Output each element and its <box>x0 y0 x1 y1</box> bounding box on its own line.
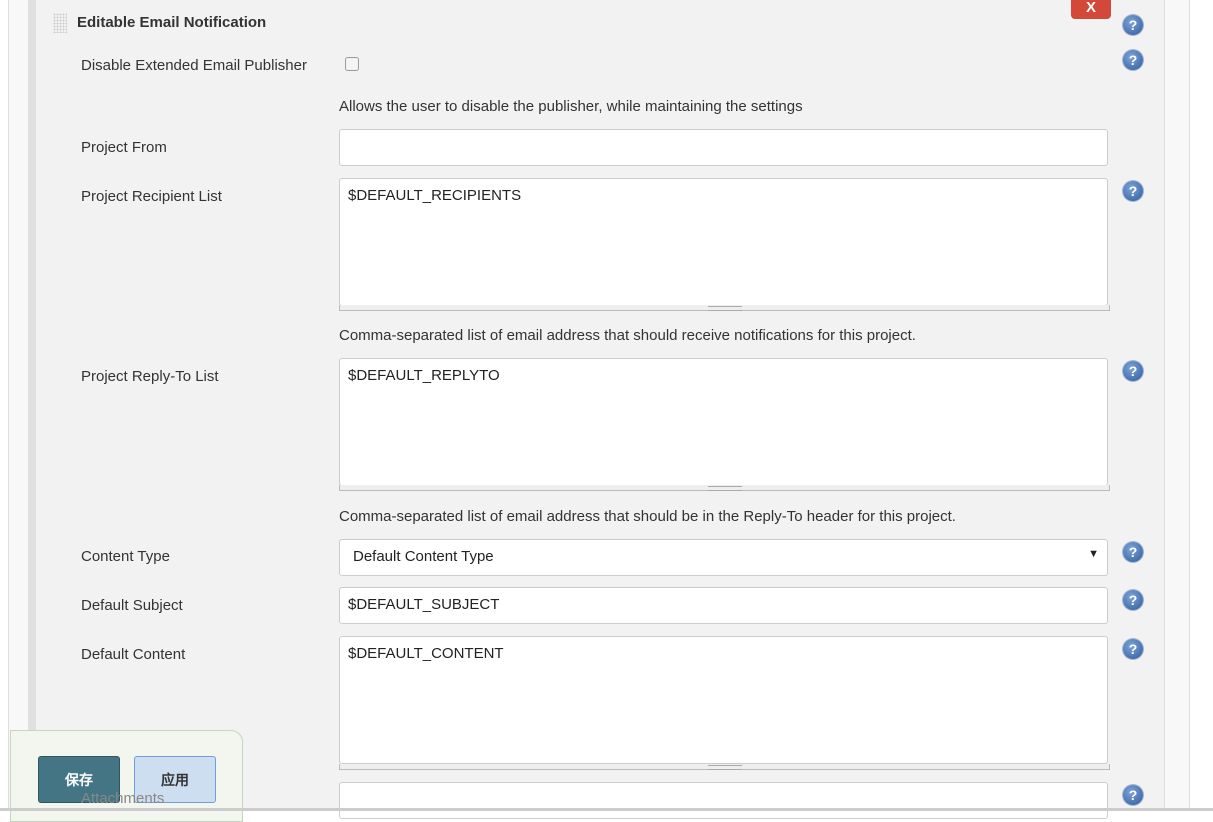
resize-handle[interactable] <box>339 764 1110 770</box>
section-indent-bar <box>28 0 36 811</box>
reply-to-label: Project Reply-To List <box>81 368 219 385</box>
reply-to-textarea[interactable]: $DEFAULT_REPLYTO <box>339 358 1108 486</box>
recipient-list-textarea[interactable]: $DEFAULT_RECIPIENTS <box>339 178 1108 306</box>
disable-publisher-description: Allows the user to disable the publisher… <box>339 98 803 115</box>
content-type-value: Default Content Type <box>353 548 494 565</box>
project-from-label: Project From <box>81 139 167 156</box>
default-content-label: Default Content <box>81 646 186 663</box>
help-icon[interactable]: ? <box>1123 785 1143 805</box>
disable-publisher-checkbox[interactable] <box>345 57 359 71</box>
help-icon[interactable]: ? <box>1123 639 1143 659</box>
help-icon[interactable]: ? <box>1123 15 1143 35</box>
default-subject-label: Default Subject <box>81 597 183 614</box>
default-subject-input[interactable]: $DEFAULT_SUBJECT <box>339 587 1108 624</box>
help-icon[interactable]: ? <box>1123 590 1143 610</box>
attachments-label: Attachments <box>81 790 165 807</box>
help-icon[interactable]: ? <box>1123 542 1143 562</box>
disable-publisher-label: Disable Extended Email Publisher <box>81 57 307 74</box>
attachments-input[interactable] <box>339 782 1108 819</box>
drag-handle-icon[interactable] <box>53 13 67 33</box>
content-type-select[interactable]: Default Content Type ▼ <box>339 539 1108 576</box>
recipient-list-description: Comma-separated list of email address th… <box>339 327 916 344</box>
dropdown-arrow-icon: ▼ <box>1088 548 1099 560</box>
section-title: Editable Email Notification <box>77 14 267 31</box>
project-from-input[interactable] <box>339 129 1108 166</box>
resize-handle[interactable] <box>339 485 1110 491</box>
delete-section-button[interactable]: X <box>1071 0 1111 19</box>
resize-handle[interactable] <box>339 305 1110 311</box>
help-icon[interactable]: ? <box>1123 50 1143 70</box>
help-icon[interactable]: ? <box>1123 361 1143 381</box>
recipient-list-label: Project Recipient List <box>81 188 222 205</box>
reply-to-description: Comma-separated list of email address th… <box>339 508 956 525</box>
help-icon[interactable]: ? <box>1123 181 1143 201</box>
default-content-textarea[interactable]: $DEFAULT_CONTENT <box>339 636 1108 764</box>
content-type-label: Content Type <box>81 548 170 565</box>
